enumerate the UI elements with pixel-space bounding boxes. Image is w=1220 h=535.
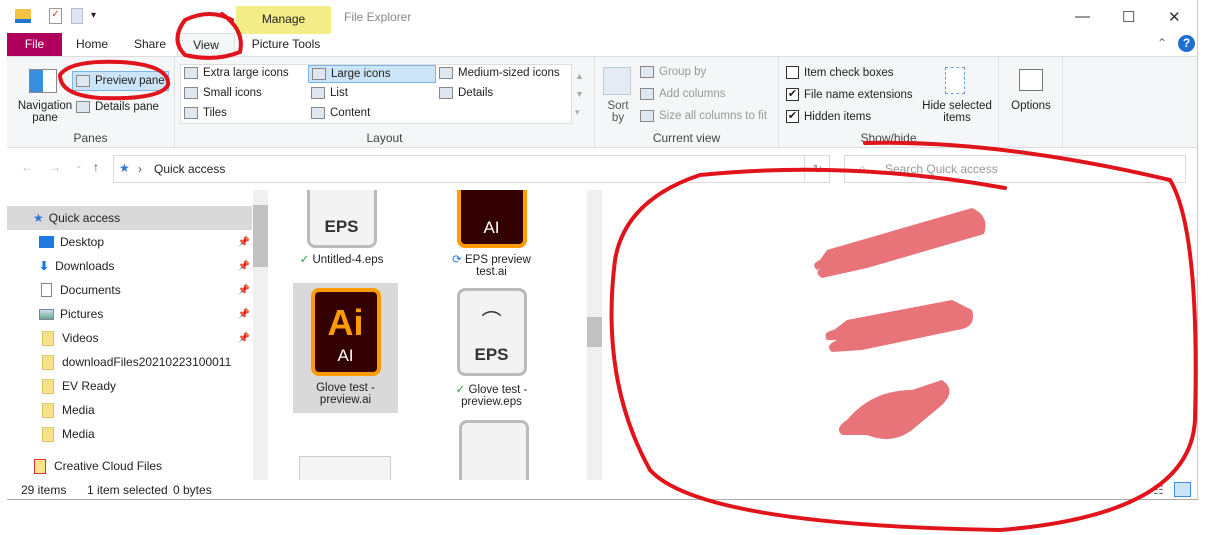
annotation-circle-preview-pane bbox=[57, 59, 171, 101]
annotation-circle-view bbox=[175, 12, 243, 60]
red-annotations bbox=[57, 12, 1198, 533]
annotation-circle-preview bbox=[609, 140, 1198, 533]
